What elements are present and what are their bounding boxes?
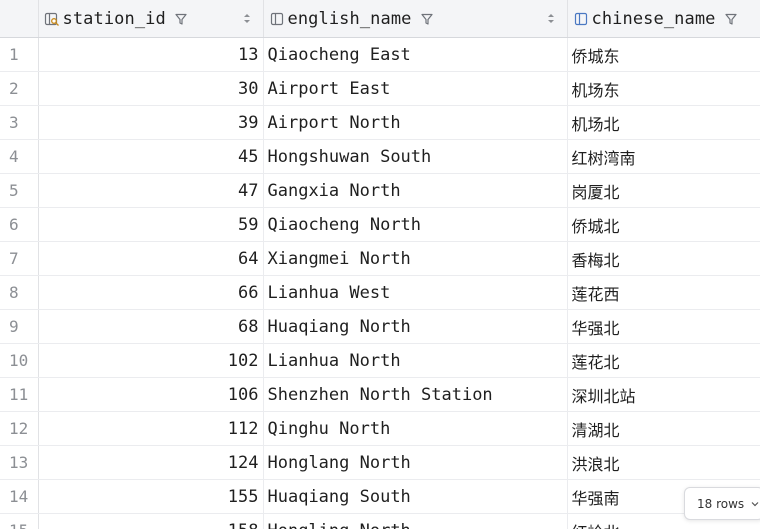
- cell-station-id[interactable]: 68: [38, 309, 264, 344]
- cell-station-id[interactable]: 124: [38, 445, 264, 480]
- cell-english-name[interactable]: Qiaocheng East: [263, 37, 568, 72]
- filter-icon[interactable]: [174, 12, 188, 26]
- cell-station-id[interactable]: 106: [38, 377, 264, 412]
- row-number: 15: [0, 513, 39, 529]
- cell-english-name[interactable]: Airport East: [263, 71, 568, 106]
- row-number: 13: [0, 445, 39, 480]
- cell-chinese-name[interactable]: 香梅北: [567, 241, 760, 276]
- cell-english-name[interactable]: Honglang North: [263, 445, 568, 480]
- table-row[interactable]: 4 45 Hongshuwan South 红树湾南: [0, 139, 760, 174]
- table-row[interactable]: 14 155 Huaqiang South 华强南: [0, 479, 760, 514]
- cell-english-name[interactable]: Lianhua West: [263, 275, 568, 310]
- row-number: 8: [0, 275, 39, 310]
- cell-english-name[interactable]: Hongshuwan South: [263, 139, 568, 174]
- filter-icon[interactable]: [420, 12, 434, 26]
- cell-station-id[interactable]: 155: [38, 479, 264, 514]
- cell-chinese-name[interactable]: 侨城东: [567, 37, 760, 72]
- cell-chinese-name[interactable]: 岗厦北: [567, 173, 760, 208]
- sort-icon[interactable]: [547, 12, 555, 25]
- cell-chinese-name[interactable]: 华强北: [567, 309, 760, 344]
- cell-chinese-name[interactable]: 机场北: [567, 105, 760, 140]
- cell-chinese-name[interactable]: 红树湾南: [567, 139, 760, 174]
- cell-english-name[interactable]: Gangxia North: [263, 173, 568, 208]
- table-row[interactable]: 3 39 Airport North 机场北: [0, 105, 760, 140]
- column-header-station-id[interactable]: station_id: [38, 0, 264, 38]
- column-header-label: english_name: [287, 8, 412, 29]
- table-row[interactable]: 15158Hongling North红岭北: [0, 513, 760, 529]
- chevron-down-icon: [750, 499, 760, 509]
- cell-chinese-name[interactable]: 机场东: [567, 71, 760, 106]
- cell-station-id[interactable]: 13: [38, 37, 264, 72]
- column-icon: [268, 11, 286, 27]
- row-count-dropdown[interactable]: 18 rows: [684, 487, 760, 520]
- table-row[interactable]: 1 13 Qiaocheng East 侨城东: [0, 37, 760, 72]
- row-number: 6: [0, 207, 39, 242]
- cell-english-name[interactable]: Shenzhen North Station: [263, 377, 568, 412]
- row-number: 7: [0, 241, 39, 276]
- cell-english-name[interactable]: Xiangmei North: [263, 241, 568, 276]
- table-row[interactable]: 7 64 Xiangmei North 香梅北: [0, 241, 760, 276]
- cell-station-id[interactable]: 112: [38, 411, 264, 446]
- cell-english-name[interactable]: Hongling North: [263, 513, 568, 529]
- row-number: 9: [0, 309, 39, 344]
- row-number: 5: [0, 173, 39, 208]
- column-header-english-name[interactable]: english_name: [263, 0, 568, 38]
- cell-station-id[interactable]: 66: [38, 275, 264, 310]
- column-header-label: chinese_name: [591, 8, 716, 29]
- row-number: 14: [0, 479, 39, 514]
- cell-chinese-name[interactable]: 洪浪北: [567, 445, 760, 480]
- filter-icon[interactable]: [724, 12, 738, 26]
- row-number: 12: [0, 411, 39, 446]
- cell-station-id[interactable]: 39: [38, 105, 264, 140]
- results-table: station_id english_name chinese_name 1 1…: [0, 0, 760, 529]
- row-count-label: 18 rows: [697, 496, 745, 511]
- table-row[interactable]: 6 59 Qiaocheng North 侨城北: [0, 207, 760, 242]
- table-row[interactable]: 13 124 Honglang North 洪浪北: [0, 445, 760, 480]
- table-row[interactable]: 5 47 Gangxia North 岗厦北: [0, 173, 760, 208]
- grid-body: 1 13 Qiaocheng East 侨城东 2 30 Airport East 机场东 3 3…: [0, 37, 760, 529]
- column-header-chinese-name[interactable]: chinese_name: [567, 0, 760, 38]
- results-grid: station_id english_name chinese_name 1 1…: [0, 0, 760, 529]
- table-row[interactable]: 10 102 Lianhua North 莲花北: [0, 343, 760, 378]
- table-row[interactable]: 9 68 Huaqiang North 华强北: [0, 309, 760, 344]
- cell-english-name[interactable]: Qiaocheng North: [263, 207, 568, 242]
- cell-english-name[interactable]: Huaqiang South: [263, 479, 568, 514]
- column-icon: [572, 11, 590, 27]
- cell-english-name[interactable]: Airport North: [263, 105, 568, 140]
- column-header-label: station_id: [62, 8, 166, 29]
- table-row[interactable]: 2 30 Airport East 机场东: [0, 71, 760, 106]
- table-row[interactable]: 11 106 Shenzhen North Station 深圳北站: [0, 377, 760, 412]
- cell-station-id[interactable]: 102: [38, 343, 264, 378]
- cell-station-id[interactable]: 47: [38, 173, 264, 208]
- row-number: 1: [0, 37, 39, 72]
- cell-english-name[interactable]: Qinghu North: [263, 411, 568, 446]
- cell-chinese-name[interactable]: 深圳北站: [567, 377, 760, 412]
- cell-english-name[interactable]: Lianhua North: [263, 343, 568, 378]
- cell-station-id[interactable]: 45: [38, 139, 264, 174]
- cell-chinese-name[interactable]: 清湖北: [567, 411, 760, 446]
- cell-english-name[interactable]: Huaqiang North: [263, 309, 568, 344]
- row-number: 2: [0, 71, 39, 106]
- row-number: 4: [0, 139, 39, 174]
- cell-station-id[interactable]: 59: [38, 207, 264, 242]
- cell-station-id[interactable]: 30: [38, 71, 264, 106]
- sort-icon[interactable]: [243, 12, 251, 25]
- cell-chinese-name[interactable]: 莲花北: [567, 343, 760, 378]
- row-number: 10: [0, 343, 39, 378]
- row-number: 11: [0, 377, 39, 412]
- table-row[interactable]: 12 112 Qinghu North 清湖北: [0, 411, 760, 446]
- cell-chinese-name[interactable]: 莲花西: [567, 275, 760, 310]
- table-row[interactable]: 8 66 Lianhua West 莲花西: [0, 275, 760, 310]
- cell-chinese-name[interactable]: 侨城北: [567, 207, 760, 242]
- corner-cell[interactable]: [0, 0, 39, 38]
- header-row: station_id english_name chinese_name: [0, 0, 760, 38]
- key-column-icon: [43, 11, 61, 27]
- row-number: 3: [0, 105, 39, 140]
- cell-station-id[interactable]: 158: [38, 513, 264, 529]
- cell-station-id[interactable]: 64: [38, 241, 264, 276]
